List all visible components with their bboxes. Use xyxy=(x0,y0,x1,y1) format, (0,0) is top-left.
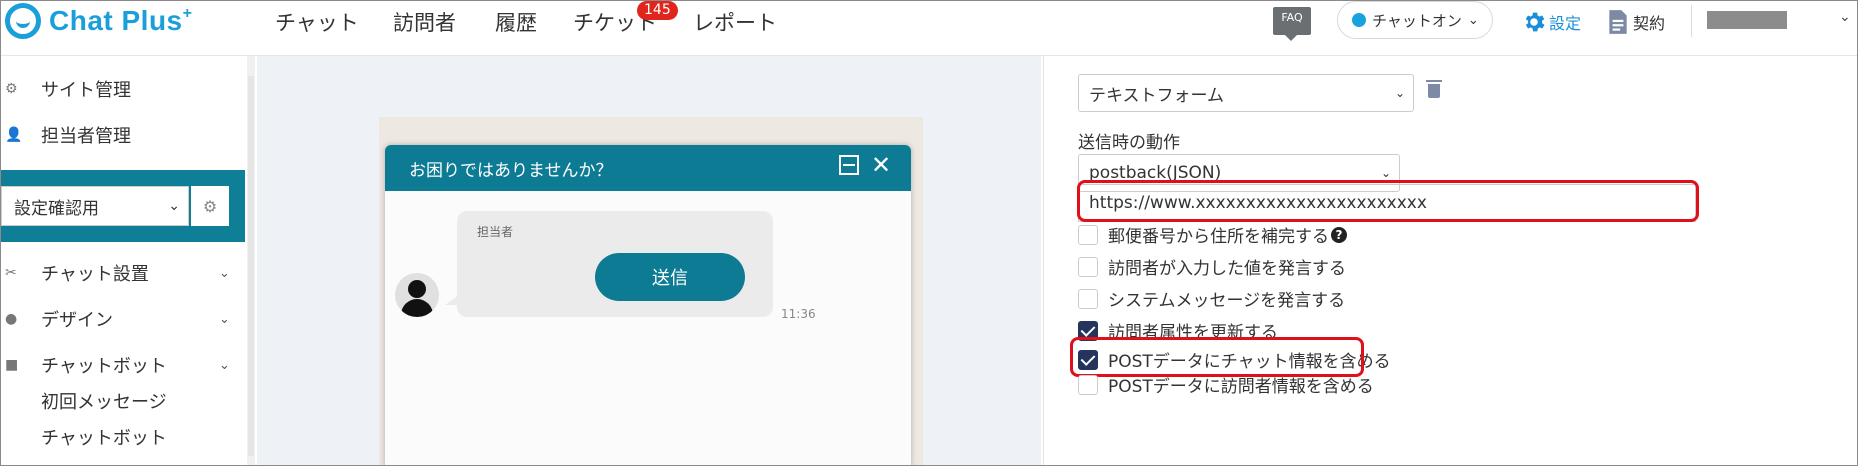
chevron-down-icon: ⌄ xyxy=(1380,166,1391,180)
checkbox-system-message[interactable] xyxy=(1078,288,1098,309)
checkbox-echo-input[interactable] xyxy=(1078,256,1098,277)
site-settings-gear-icon[interactable]: ⚙ xyxy=(191,186,229,226)
chat-status-label: チャットオン xyxy=(1372,11,1462,30)
chatplus-logo[interactable]: Chat Plus+ xyxy=(5,3,192,39)
nav-history[interactable]: 履歴 xyxy=(495,7,537,37)
nav-visitors[interactable]: 訪問者 xyxy=(393,7,456,37)
nav-report[interactable]: レポート xyxy=(693,7,777,37)
settings-panel: テキストフォーム ⌄ 送信時の動作 postback(JSON) ⌄ https… xyxy=(1043,56,1857,465)
agent-label: 担当者 xyxy=(477,225,514,239)
settings-label: 設定 xyxy=(1549,14,1582,33)
help-icon[interactable]: ? xyxy=(1331,226,1347,243)
user-menu-chevron-icon[interactable]: ⌄ xyxy=(1839,9,1851,25)
top-navbar: Chat Plus+ チャット 訪問者 履歴 チケット 145 レポート FAQ… xyxy=(1,1,1857,56)
sidebar-subitem-chatbot[interactable]: チャットボット xyxy=(41,424,167,450)
field-type-select[interactable]: テキストフォーム ⌄ xyxy=(1078,74,1414,112)
faq-button[interactable]: FAQ xyxy=(1273,7,1311,41)
settings-link[interactable]: 設定 xyxy=(1521,9,1581,35)
palette-icon: ● xyxy=(5,311,18,327)
sidebar-item-label: チャットボット xyxy=(41,356,167,377)
checkbox-label: POSTデータに訪問者情報を含める xyxy=(1108,377,1374,397)
header-divider xyxy=(1691,5,1692,37)
sidebar-item-label: 担当者管理 xyxy=(41,126,131,147)
sidebar-item-design[interactable]: ● デザイン xyxy=(1,304,113,334)
message-bubble: 担当者 送信 xyxy=(457,211,773,317)
gear-icon xyxy=(1525,12,1545,32)
sidebar-item-label: サイト管理 xyxy=(41,80,131,101)
site-select-value: 設定確認用 xyxy=(14,198,99,219)
chevron-down-icon: ⌄ xyxy=(1467,12,1479,28)
chat-window-title: お困りではありませんか？ xyxy=(409,160,613,181)
nav-chat[interactable]: チャット xyxy=(275,7,359,37)
checkbox-row-address-autofill[interactable]: 郵便番号から住所を補完する ? xyxy=(1078,222,1347,247)
checkbox-label: システムメッセージを発言する xyxy=(1108,291,1346,311)
sidebar-item-label: チャット設置 xyxy=(41,264,149,285)
send-button-label: 送信 xyxy=(652,268,688,289)
sidebar-item-chat-setup[interactable]: ✂ チャット設置 xyxy=(1,258,149,288)
sidebar-item-site-management[interactable]: ⚙ サイト管理 xyxy=(1,74,131,104)
send-button[interactable]: 送信 xyxy=(595,253,745,301)
chat-window-header: お困りではありませんか？ xyxy=(385,145,911,191)
user-name-redacted[interactable] xyxy=(1707,11,1787,29)
checkbox-row-post-visitor-info[interactable]: POSTデータに訪問者情報を含める xyxy=(1078,372,1374,397)
chevron-down-icon: ⌄ xyxy=(219,312,230,327)
online-status-icon xyxy=(1352,13,1366,27)
field-type-value: テキストフォーム xyxy=(1089,85,1224,106)
chat-window-preview: お困りではありませんか？ ✕ 担当者 送信 11:36 xyxy=(385,145,911,465)
chevron-down-icon: ⌄ xyxy=(168,198,180,214)
chevron-down-icon: ⌄ xyxy=(219,358,230,373)
sidebar-item-staff-management[interactable]: 👤 担当者管理 xyxy=(1,120,131,150)
tools-icon: ✂ xyxy=(5,265,17,281)
faq-label: FAQ xyxy=(1281,11,1303,24)
logo-text: Chat Plus+ xyxy=(49,5,193,36)
chevron-down-icon: ⌄ xyxy=(1394,86,1405,100)
chat-status-dropdown[interactable]: チャットオン ⌄ xyxy=(1337,1,1493,39)
ticket-count-badge: 145 xyxy=(637,1,678,20)
checkbox-post-visitor-info[interactable] xyxy=(1078,374,1098,395)
document-icon xyxy=(1609,10,1627,34)
sidebar-item-chatbot[interactable]: ■ チャットボット xyxy=(1,350,167,380)
on-submit-label: 送信時の動作 xyxy=(1078,133,1180,153)
contract-link[interactable]: 契約 xyxy=(1607,9,1665,35)
trash-icon[interactable] xyxy=(1426,80,1442,98)
chat-info-highlight-box xyxy=(1070,337,1364,377)
site-select-dropdown[interactable]: 設定確認用 ⌄ xyxy=(1,186,189,226)
chevron-down-icon: ⌄ xyxy=(219,266,230,281)
user-gear-icon: 👤 xyxy=(5,127,23,143)
bubble-tail xyxy=(445,295,459,305)
checkbox-label: 訪問者が入力した値を発言する xyxy=(1108,259,1346,279)
minimize-icon[interactable] xyxy=(839,155,859,175)
message-time: 11:36 xyxy=(781,307,816,321)
sidebar-item-label: デザイン xyxy=(41,310,113,331)
sidebar: ⚙ サイト管理 👤 担当者管理 設定確認用 ⌄ ⚙ ✂ チャット設置 ⌄ ● デ… xyxy=(1,56,245,465)
checkbox-row-system-message[interactable]: システムメッセージを発言する xyxy=(1078,286,1345,311)
scrollbar-thumb[interactable] xyxy=(248,76,254,456)
chat-icon: ■ xyxy=(5,357,19,373)
sidebar-scrollbar[interactable] xyxy=(247,56,255,465)
agent-avatar-icon xyxy=(395,273,439,317)
url-highlight-box xyxy=(1077,180,1699,222)
close-icon[interactable]: ✕ xyxy=(871,151,891,179)
gears-icon: ⚙ xyxy=(5,81,18,97)
contract-label: 契約 xyxy=(1633,14,1666,33)
checkbox-row-echo-input[interactable]: 訪問者が入力した値を発言する xyxy=(1078,254,1346,279)
chat-bubble-logo-icon xyxy=(5,3,41,39)
checkbox-address-autofill[interactable] xyxy=(1078,224,1098,245)
sidebar-subitem-first-message[interactable]: 初回メッセージ xyxy=(41,388,167,414)
app-window: Chat Plus+ チャット 訪問者 履歴 チケット 145 レポート FAQ… xyxy=(0,0,1858,466)
checkbox-label: 郵便番号から住所を補完する xyxy=(1108,227,1329,247)
